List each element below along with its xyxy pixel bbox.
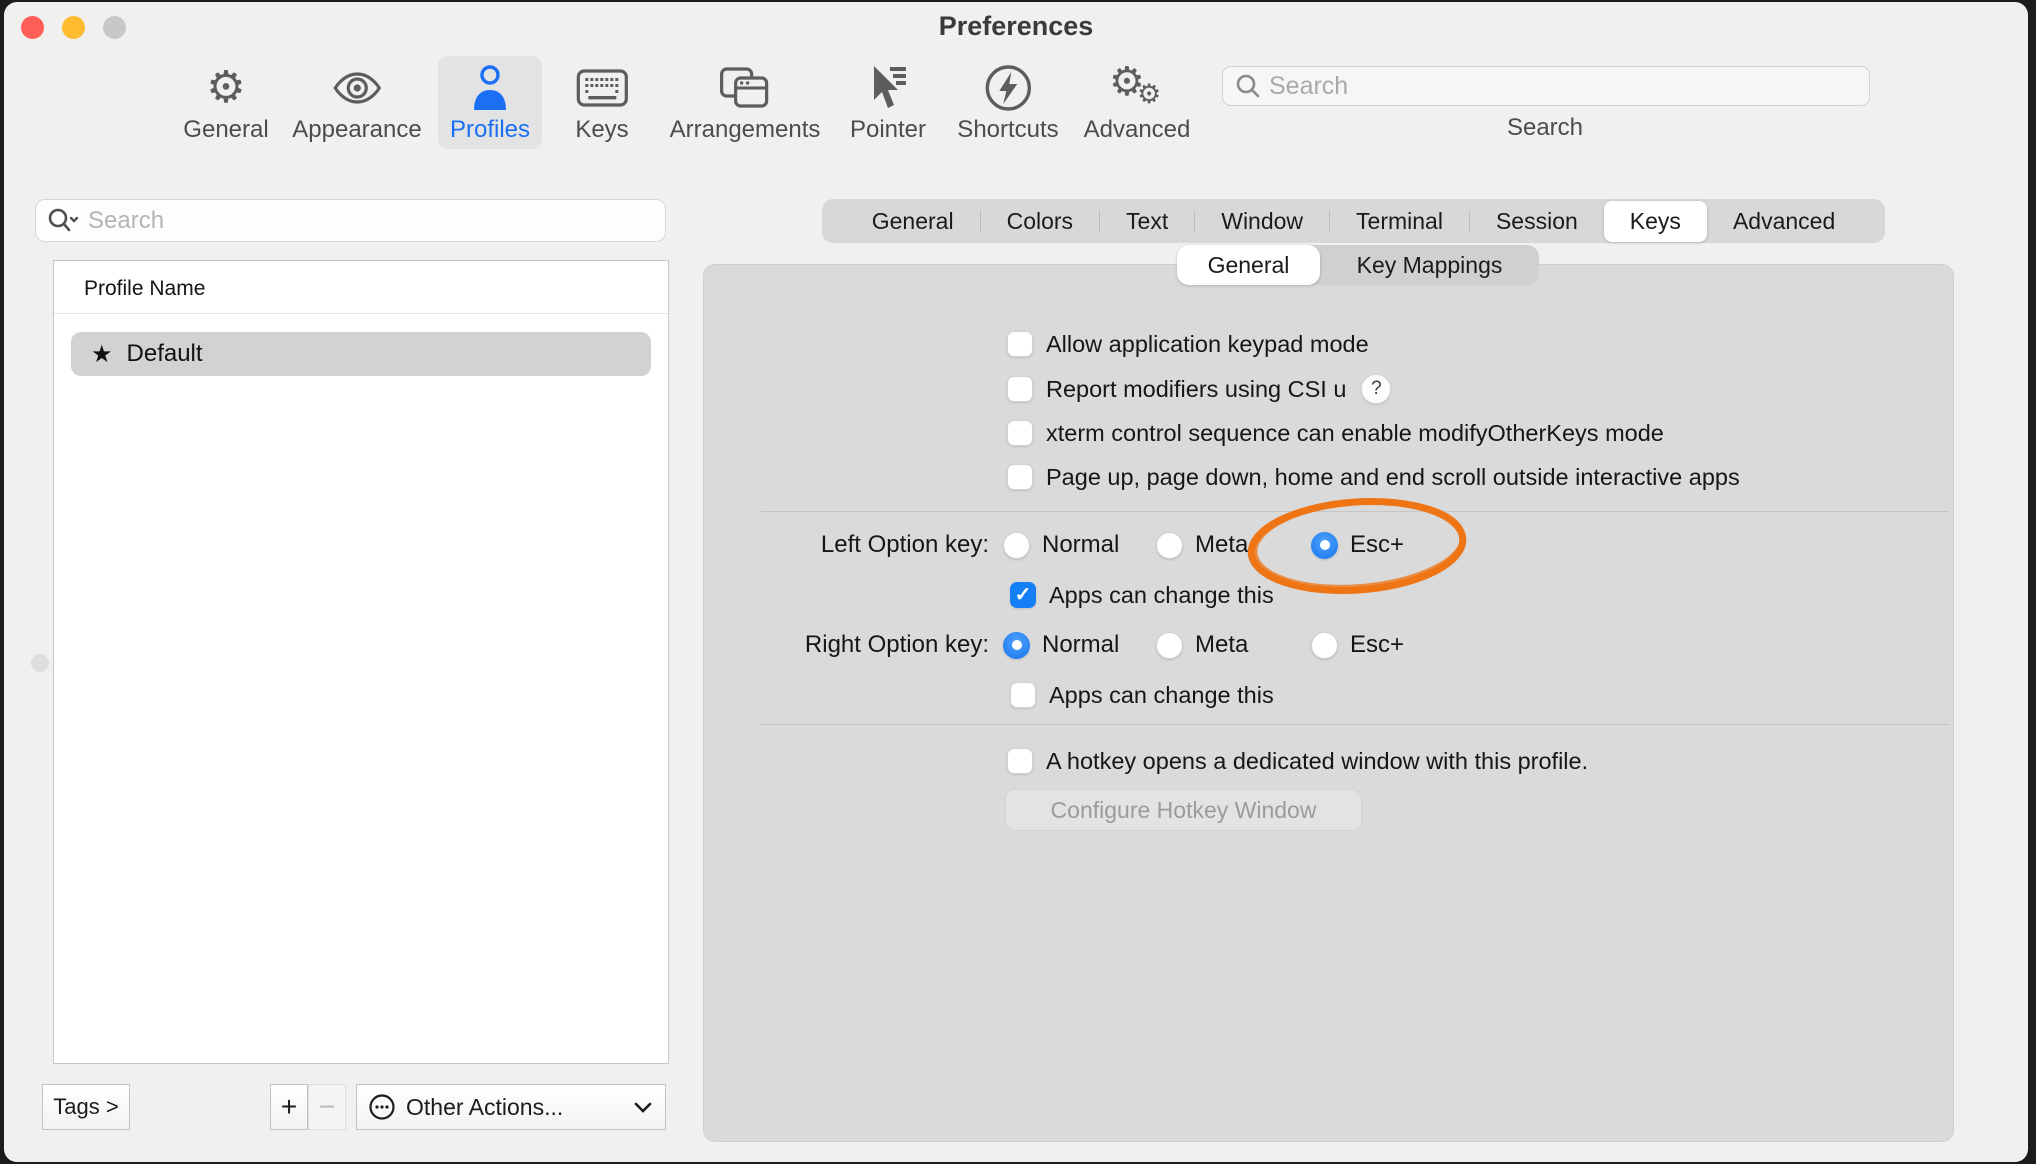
toolbar-item-shortcuts[interactable]: Shortcuts <box>945 56 1070 149</box>
keyboard-icon <box>576 62 628 114</box>
cursor-icon <box>866 62 910 114</box>
window-title: Preferences <box>4 11 2028 42</box>
radio-left-normal[interactable]: Normal <box>1003 530 1119 560</box>
radio-icon <box>1311 532 1338 559</box>
gear-icon: ⚙ <box>206 62 245 114</box>
subtab-key-mappings[interactable]: Key Mappings <box>1320 245 1539 285</box>
checkbox-hotkey-window[interactable]: ✓ <box>1007 748 1033 774</box>
row-modify-other-keys: ✓ xterm control sequence can enable modi… <box>1007 413 1664 453</box>
right-option-key-label: Right Option key: <box>703 631 989 659</box>
screen: Preferences ⚙ General Appearance Profile… <box>0 0 2036 1164</box>
toolbar-search-label: Search <box>1410 114 1680 142</box>
left-option-key-label: Left Option key: <box>703 531 989 559</box>
tab-general[interactable]: General <box>846 201 980 242</box>
row-csi-u: ✓ Report modifiers using CSI u ? <box>1007 369 1391 409</box>
row-page-scroll: ✓ Page up, page down, home and end scrol… <box>1007 457 1740 497</box>
chevron-down-icon <box>633 1100 653 1114</box>
add-profile-button[interactable]: + <box>270 1084 308 1130</box>
toolbar-item-general[interactable]: ⚙ General <box>171 56 280 149</box>
subtab-general[interactable]: General <box>1177 245 1320 285</box>
checkbox-report-csi-u[interactable]: ✓ <box>1007 376 1033 402</box>
radio-right-normal[interactable]: Normal <box>1003 630 1119 660</box>
checkbox-allow-keypad-mode[interactable]: ✓ <box>1007 331 1033 357</box>
remove-profile-button: − <box>308 1084 346 1130</box>
toolbar-search-placeholder: Search <box>1269 72 1348 101</box>
tags-button[interactable]: Tags > <box>42 1084 130 1130</box>
radio-right-esc[interactable]: Esc+ <box>1311 630 1404 660</box>
radio-right-meta[interactable]: Meta <box>1156 630 1248 660</box>
tab-colors[interactable]: Colors <box>981 201 1099 242</box>
checkbox-left-apps-change[interactable]: ✓ <box>1010 582 1036 608</box>
row-hotkey-window: ✓ A hotkey opens a dedicated window with… <box>1007 741 1588 781</box>
checkbox-right-apps-change[interactable]: ✓ <box>1010 682 1036 708</box>
configure-hotkey-window-button: Configure Hotkey Window <box>1005 789 1362 831</box>
section-divider <box>761 724 1949 725</box>
search-filter-icon <box>47 207 79 235</box>
tab-advanced[interactable]: Advanced <box>1707 201 1861 242</box>
preferences-window: Preferences ⚙ General Appearance Profile… <box>4 2 2028 1162</box>
profile-search-input[interactable]: Search <box>35 199 666 242</box>
search-icon <box>1235 73 1261 99</box>
radio-left-meta[interactable]: Meta <box>1156 530 1248 560</box>
checkbox-page-scroll[interactable]: ✓ <box>1007 464 1033 490</box>
bolt-circle-icon <box>984 62 1032 114</box>
ellipsis-circle-icon <box>368 1093 396 1121</box>
profile-name: Default <box>127 340 203 368</box>
profile-row-default[interactable]: ★ Default <box>71 332 651 376</box>
profile-tabbar: General Colors Text Window Terminal Sess… <box>822 199 1885 243</box>
radio-icon <box>1003 632 1030 659</box>
toolbar-item-appearance[interactable]: Appearance <box>280 56 433 149</box>
profile-search-placeholder: Search <box>88 207 164 235</box>
radio-left-esc[interactable]: Esc+ <box>1311 530 1404 560</box>
eye-icon <box>331 62 383 114</box>
radio-icon <box>1156 632 1183 659</box>
help-button[interactable]: ? <box>1361 374 1391 404</box>
tab-session[interactable]: Session <box>1470 201 1604 242</box>
person-icon <box>469 62 511 114</box>
row-left-apps-change: ✓ Apps can change this <box>1010 575 1274 615</box>
toolbar-item-arrangements[interactable]: Arrangements <box>658 56 833 149</box>
radio-icon <box>1311 632 1338 659</box>
tab-window[interactable]: Window <box>1195 201 1329 242</box>
tab-text[interactable]: Text <box>1100 201 1194 242</box>
windows-icon <box>720 62 770 114</box>
toolbar-item-profiles[interactable]: Profiles <box>438 56 542 149</box>
radio-icon <box>1156 532 1183 559</box>
row-keypad-mode: ✓ Allow application keypad mode <box>1007 324 1369 364</box>
checkbox-modify-other-keys[interactable]: ✓ <box>1007 420 1033 446</box>
tab-terminal[interactable]: Terminal <box>1330 201 1469 242</box>
row-right-apps-change: ✓ Apps can change this <box>1010 675 1274 715</box>
toolbar-search-input[interactable]: Search <box>1222 66 1870 106</box>
profile-list-header: Profile Name <box>84 277 205 301</box>
keys-subtabs: General Key Mappings <box>1177 245 1539 285</box>
profile-list: Profile Name ★ Default <box>53 260 669 1064</box>
tab-keys[interactable]: Keys <box>1604 201 1707 242</box>
other-actions-dropdown[interactable]: Other Actions... <box>356 1084 666 1130</box>
toolbar-item-keys[interactable]: Keys <box>563 56 640 149</box>
star-icon: ★ <box>91 340 113 369</box>
section-divider <box>761 511 1949 512</box>
window-edge-dot <box>31 654 49 672</box>
toolbar-item-advanced[interactable]: ⚙⚙ Advanced <box>1072 56 1203 149</box>
gears-icon: ⚙⚙ <box>1109 62 1165 114</box>
radio-icon <box>1003 532 1030 559</box>
toolbar-item-pointer[interactable]: Pointer <box>838 56 938 149</box>
header-divider <box>54 313 668 314</box>
